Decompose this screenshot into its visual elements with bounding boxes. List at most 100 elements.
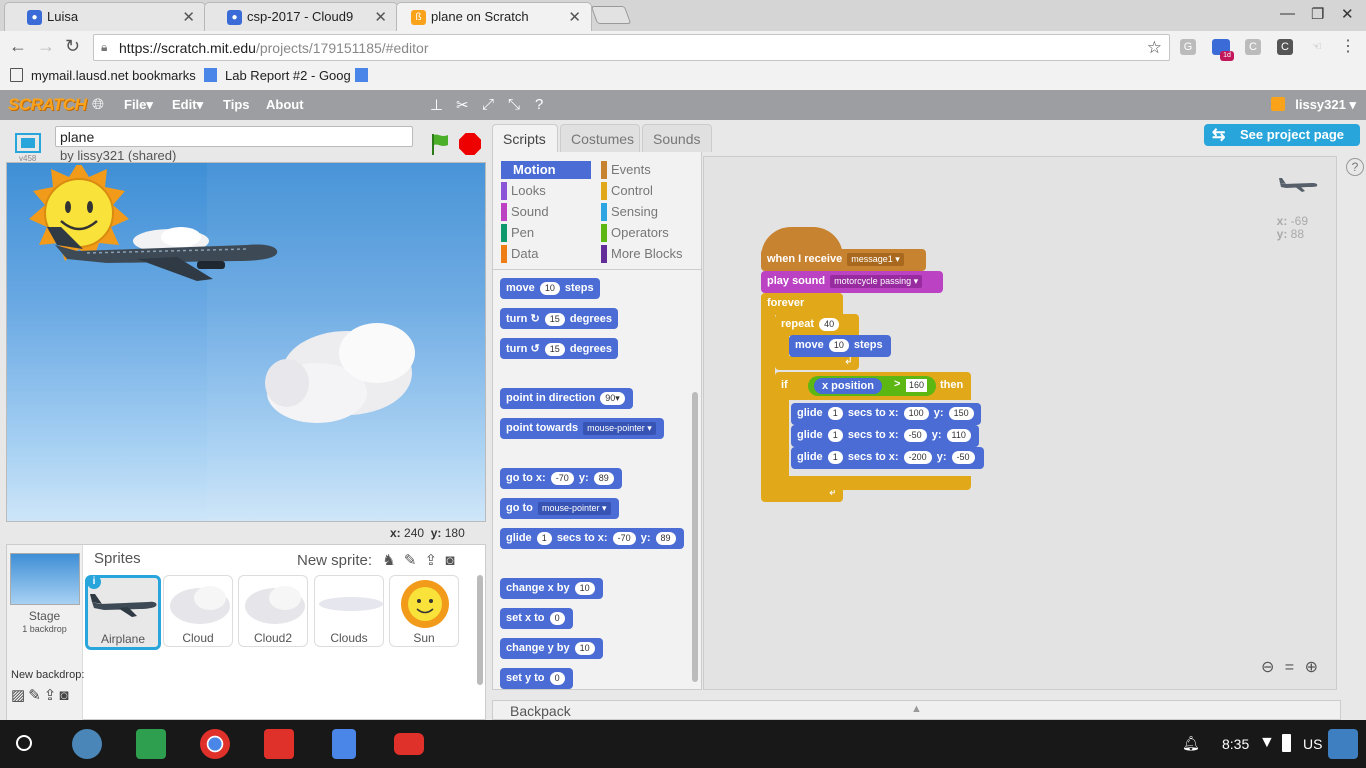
backdrop-library-icon[interactable]: ▨ xyxy=(11,687,28,704)
backpack-bar[interactable]: Backpack ▲ xyxy=(492,700,1341,720)
scratch-logo[interactable]: SCRATCH xyxy=(8,95,87,115)
see-project-page-button[interactable]: ⇆ See project page xyxy=(1204,124,1360,146)
category-more-blocks[interactable]: More Blocks xyxy=(601,245,683,263)
user-avatar-taskbar[interactable] xyxy=(1328,729,1358,759)
block-when-i-receive[interactable]: when I receive message1 ▾ xyxy=(761,249,926,271)
block-move-steps-script[interactable]: move 10 steps xyxy=(789,335,891,357)
tab-costumes[interactable]: Costumes xyxy=(560,124,640,152)
block-glide-1[interactable]: glide 1 secs to x: 100 y: 150 xyxy=(791,403,981,425)
close-tab-icon[interactable]: ✕ xyxy=(568,8,581,26)
address-bar[interactable]: 🔒︎ https://scratch.mit.edu/projects/1791… xyxy=(93,34,1170,61)
sprites-scrollbar[interactable] xyxy=(477,575,483,685)
language-globe-icon[interactable]: 🌐︎ xyxy=(92,96,104,113)
operator-greater-than[interactable]: x position > 160 xyxy=(808,376,936,396)
block-change-x[interactable]: change x by 10 xyxy=(500,578,603,599)
sprite-library-icon[interactable]: ♞ xyxy=(382,552,395,569)
gmail-icon[interactable] xyxy=(264,729,294,759)
app-shield-icon[interactable] xyxy=(72,729,102,759)
extension-g-icon[interactable]: G xyxy=(1180,39,1196,55)
block-turn-right[interactable]: turn ↻ 15 degrees xyxy=(500,308,619,329)
block-glide-3[interactable]: glide 1 secs to x: -200 y: -50 xyxy=(791,447,984,469)
back-icon[interactable]: ← xyxy=(9,36,27,57)
menu-about[interactable]: About xyxy=(266,97,304,112)
condition-value[interactable]: 160 xyxy=(906,379,928,392)
category-operators[interactable]: Operators xyxy=(601,224,669,242)
info-icon[interactable]: i xyxy=(87,575,101,589)
close-window-icon[interactable]: ✕ xyxy=(1341,5,1354,23)
palette-scrollbar[interactable] xyxy=(692,392,698,682)
sprite-airplane[interactable]: i Airplane xyxy=(85,575,161,650)
tab-luisa[interactable]: ● Luisa ✕ xyxy=(4,2,206,31)
chrome-icon[interactable] xyxy=(200,729,230,759)
category-sound[interactable]: Sound xyxy=(501,203,549,221)
zoom-in-icon[interactable]: ⊕ xyxy=(1305,659,1318,676)
close-tab-icon[interactable]: ✕ xyxy=(374,8,387,26)
paint-backdrop-icon[interactable]: ✎ xyxy=(28,687,44,704)
block-play-sound[interactable]: play sound motorcycle passing ▾ xyxy=(761,271,943,293)
category-motion[interactable]: Motion xyxy=(501,161,591,179)
block-move-steps[interactable]: move 10 steps xyxy=(500,278,600,299)
extension-c-icon[interactable]: C xyxy=(1245,39,1261,55)
minimize-icon[interactable]: — xyxy=(1280,5,1295,22)
user-menu[interactable]: lissy321 ▾ xyxy=(1271,97,1356,113)
category-control[interactable]: Control xyxy=(601,182,653,200)
input-language[interactable]: US xyxy=(1303,736,1322,752)
tab-scratch[interactable]: ß plane on Scratch ✕ xyxy=(396,2,592,31)
block-glide-2[interactable]: glide 1 secs to x: -50 y: 110 xyxy=(791,425,979,447)
green-flag-icon[interactable] xyxy=(428,132,452,156)
category-pen[interactable]: Pen xyxy=(501,224,534,242)
block-turn-left[interactable]: turn ↺ 15 degrees xyxy=(500,338,619,359)
stop-icon[interactable] xyxy=(459,133,481,155)
paint-sprite-icon[interactable]: ✎ xyxy=(404,552,417,569)
block-set-y[interactable]: set y to 0 xyxy=(500,668,573,689)
upload-backdrop-icon[interactable]: ⇪ xyxy=(44,687,60,704)
expand-up-icon[interactable]: ▲ xyxy=(911,703,922,715)
stage-canvas[interactable] xyxy=(6,162,486,522)
docs-app-icon[interactable] xyxy=(332,729,356,759)
menu-tips[interactable]: Tips xyxy=(223,97,250,112)
forward-icon[interactable]: → xyxy=(37,36,55,57)
sprite-sun[interactable]: Sun xyxy=(389,575,459,647)
camera-backdrop-icon[interactable]: ◙ xyxy=(59,687,71,704)
tab-sounds[interactable]: Sounds xyxy=(642,124,712,152)
block-point-towards[interactable]: point towards mouse-pointer ▾ xyxy=(500,418,664,439)
shrink-icon[interactable]: ⤡ xyxy=(508,96,520,113)
new-tab-button[interactable] xyxy=(590,6,632,24)
block-glide[interactable]: glide 1 secs to x: -70 y: 89 xyxy=(500,528,684,549)
bookmark-lab-report[interactable]: Lab Report #2 - Goog xyxy=(204,68,351,83)
launcher-icon[interactable] xyxy=(16,735,32,751)
upload-sprite-icon[interactable]: ⇪ xyxy=(425,552,438,569)
category-looks[interactable]: Looks xyxy=(501,182,546,200)
youtube-icon[interactable] xyxy=(394,733,424,755)
block-set-x[interactable]: set x to 0 xyxy=(500,608,573,629)
sprite-cloud2[interactable]: Cloud2 xyxy=(238,575,308,647)
zoom-out-icon[interactable]: ⊖ xyxy=(1261,659,1274,676)
zoom-reset-icon[interactable]: = xyxy=(1285,659,1294,676)
block-go-to[interactable]: go to mouse-pointer ▾ xyxy=(500,498,619,519)
battery-icon[interactable] xyxy=(1282,734,1291,752)
sprite-clouds[interactable]: Clouds xyxy=(314,575,384,647)
tab-scripts[interactable]: Scripts xyxy=(492,124,558,152)
bookmark-folder[interactable]: mymail.lausd.net bookmarks xyxy=(10,68,196,83)
menu-edit[interactable]: Edit▾ xyxy=(172,97,203,113)
extension-c-dark-icon[interactable]: C xyxy=(1277,39,1293,55)
sprite-cloud[interactable]: Cloud xyxy=(163,575,233,647)
bookmark-docs[interactable] xyxy=(355,68,376,83)
category-data[interactable]: Data xyxy=(501,245,538,263)
project-title-input[interactable]: plane xyxy=(55,126,413,147)
block-change-y[interactable]: change y by 10 xyxy=(500,638,603,659)
wifi-icon[interactable]: ▼ xyxy=(1259,734,1275,752)
block-go-to-xy[interactable]: go to x: -70 y: 89 xyxy=(500,468,622,489)
clock[interactable]: 8:35 xyxy=(1222,736,1249,752)
stage-thumbnail[interactable] xyxy=(10,553,80,605)
delete-scissors-icon[interactable]: ✂ xyxy=(456,96,469,114)
notification-bell-icon[interactable]: 🔔︎ xyxy=(1182,735,1200,752)
category-sensing[interactable]: Sensing xyxy=(601,203,658,221)
chrome-menu-icon[interactable]: ⋮ xyxy=(1340,39,1356,55)
block-point-in-direction[interactable]: point in direction 90▾ xyxy=(500,388,633,409)
camera-sprite-icon[interactable]: ◙ xyxy=(445,552,454,569)
restore-icon[interactable]: ❐ xyxy=(1311,5,1324,23)
block-repeat[interactable]: repeat 40 xyxy=(775,314,847,336)
duplicate-stamp-icon[interactable]: ⊥ xyxy=(430,96,443,114)
extension-hand-icon[interactable]: ☜ xyxy=(1309,39,1325,55)
